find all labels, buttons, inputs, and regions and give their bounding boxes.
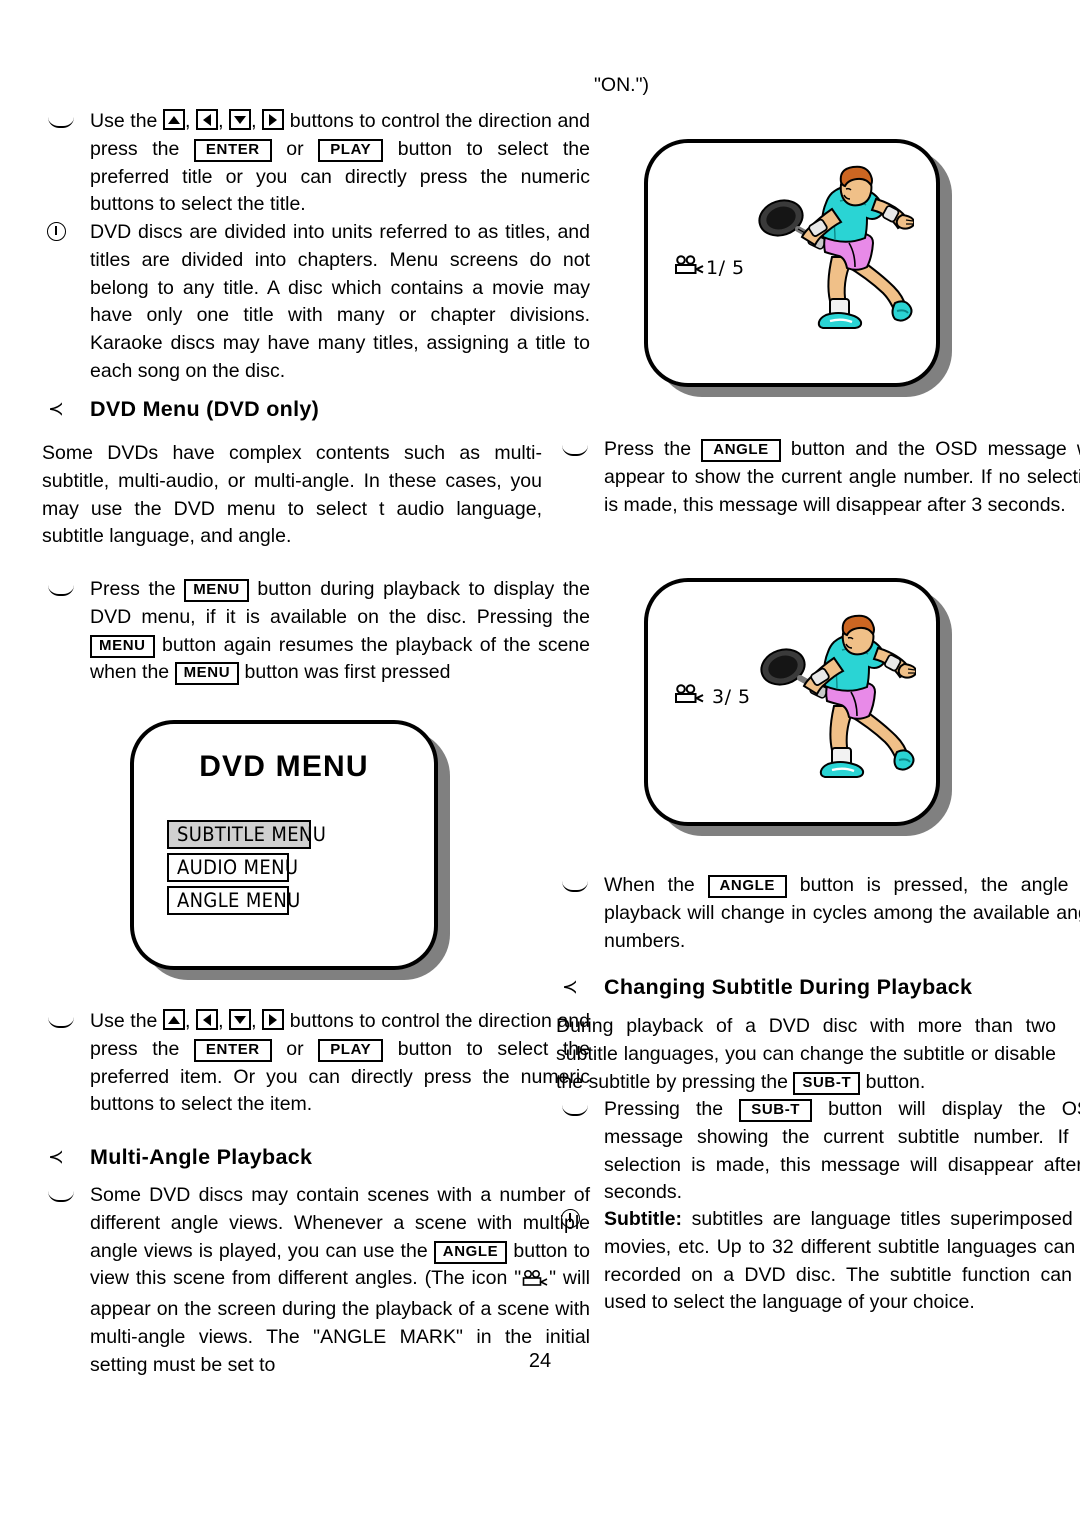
tennis-player-illustration bbox=[756, 614, 918, 779]
tv-screen-angle-1: 1/ 5 bbox=[644, 139, 952, 397]
page-number: 24 bbox=[528, 1350, 552, 1372]
text-run: Use the bbox=[90, 110, 164, 132]
left-arrow-icon[interactable] bbox=[196, 109, 219, 130]
osd-angle-indicator: 3/ 5 bbox=[674, 684, 751, 709]
text-run: or bbox=[271, 137, 319, 160]
comma: , bbox=[185, 1010, 197, 1032]
paragraph-on-continuation: "ON.") bbox=[594, 72, 1054, 100]
info-bullet-marker bbox=[46, 219, 86, 247]
text-run: button. bbox=[860, 1070, 926, 1093]
menu-item-angle-menu[interactable]: ANGLE MENU bbox=[167, 886, 300, 915]
right-arrow-icon[interactable] bbox=[262, 1009, 285, 1030]
down-arrow-icon[interactable] bbox=[229, 109, 252, 130]
heading-text: Multi-Angle Playback bbox=[90, 1145, 313, 1169]
play-key-label[interactable]: PLAY bbox=[318, 138, 384, 162]
dash-bullet-marker bbox=[46, 576, 86, 605]
screen-bezel: DVD MENU SUBTITLE MENU AUDIO MENU ANGLE … bbox=[130, 720, 438, 970]
up-arrow-icon[interactable] bbox=[163, 1009, 186, 1030]
heading-text: Changing Subtitle During Playback bbox=[604, 975, 973, 999]
comma: , bbox=[251, 1010, 263, 1032]
dvd-menu-title: DVD MENU bbox=[199, 750, 369, 783]
subtitle-term-label: Subtitle: bbox=[604, 1208, 682, 1230]
heading-marker-icon: ≺ bbox=[48, 399, 65, 420]
angle-camera-icon bbox=[522, 1268, 548, 1296]
text-run: When the bbox=[604, 874, 708, 896]
angle-camera-icon bbox=[674, 684, 704, 709]
dvd-menu-item-list: SUBTITLE MENU AUDIO MENU ANGLE MENU bbox=[167, 820, 327, 919]
paragraph-complex-contents: Some DVDs have complex contents such as … bbox=[42, 440, 542, 551]
menu-item-label: AUDIO MENU bbox=[177, 856, 299, 879]
osd-angle-indicator: 1/ 5 bbox=[674, 255, 745, 280]
comma: , bbox=[251, 110, 263, 132]
enter-key-label[interactable]: ENTER bbox=[193, 1038, 272, 1062]
paragraph-dvd-disc-titles-info: DVD discs are divided into units referre… bbox=[42, 219, 590, 386]
text-run: Press the bbox=[604, 438, 702, 460]
sub-t-key-label[interactable]: SUB-T bbox=[793, 1071, 861, 1095]
right-arrow-icon[interactable] bbox=[262, 109, 285, 130]
text-run: Press the bbox=[90, 578, 185, 600]
menu-item-audio-menu[interactable]: AUDIO MENU bbox=[167, 853, 298, 882]
paragraph-use-direction-buttons-title: Use the , , , buttons to control the dir… bbox=[42, 108, 590, 219]
osd-angle-number: 3/ 5 bbox=[712, 685, 751, 708]
menu-item-label: ANGLE MENU bbox=[177, 889, 301, 912]
paragraph-use-direction-buttons-item: Use the , , , buttons to control the dir… bbox=[42, 1008, 590, 1119]
paragraph-angle-cycles: When the ANGLE button is pressed, the an… bbox=[556, 872, 1080, 955]
paragraph-press-menu-button: Press the MENU button during playback to… bbox=[42, 576, 590, 687]
comma: , bbox=[185, 110, 197, 132]
heading-dvd-menu: ≺ DVD Menu (DVD only) bbox=[42, 394, 590, 424]
enter-key-label[interactable]: ENTER bbox=[193, 138, 272, 162]
paragraph-subtitle-info: Subtitle: subtitles are language titles … bbox=[556, 1206, 1080, 1317]
osd-angle-number: 1/ 5 bbox=[706, 256, 745, 279]
manual-page: Use the , , , buttons to control the dir… bbox=[0, 0, 1080, 1528]
dvd-menu-screen-illustration: DVD MENU SUBTITLE MENU AUDIO MENU ANGLE … bbox=[130, 720, 450, 980]
dash-bullet-marker bbox=[560, 436, 600, 465]
comma: , bbox=[218, 110, 230, 132]
paragraph-subt-osd: Pressing the SUB-T button will display t… bbox=[556, 1096, 1080, 1207]
heading-marker-icon: ≺ bbox=[48, 1147, 65, 1168]
heading-changing-subtitle: ≺ Changing Subtitle During Playback bbox=[556, 972, 1080, 1002]
heading-marker-icon: ≺ bbox=[562, 977, 579, 998]
dash-bullet-marker bbox=[560, 872, 600, 901]
dash-bullet-marker bbox=[46, 1008, 86, 1037]
heading-text: DVD Menu (DVD only) bbox=[90, 397, 320, 421]
menu-key-label[interactable]: MENU bbox=[184, 579, 249, 602]
tennis-player-illustration bbox=[754, 165, 916, 330]
text-run: Pressing the bbox=[604, 1098, 740, 1120]
play-key-label[interactable]: PLAY bbox=[318, 1038, 384, 1062]
screen-bezel: 3/ 5 bbox=[644, 578, 940, 826]
sub-t-key-label[interactable]: SUB-T bbox=[739, 1099, 813, 1122]
left-arrow-icon[interactable] bbox=[196, 1009, 219, 1030]
text-run: Some DVDs have complex contents such as … bbox=[42, 442, 542, 548]
dash-bullet-marker bbox=[46, 1182, 86, 1211]
menu-item-subtitle-menu[interactable]: SUBTITLE MENU bbox=[167, 820, 326, 849]
comma: , bbox=[218, 1010, 230, 1032]
angle-camera-icon bbox=[674, 255, 704, 280]
text-run: DVD discs are divided into units referre… bbox=[90, 221, 590, 382]
screen-bezel: 1/ 5 bbox=[644, 139, 940, 387]
paragraph-subtitle-intro: During playback of a DVD disc with more … bbox=[556, 1013, 1056, 1096]
text-run: "ON.") bbox=[594, 74, 650, 96]
paragraph-press-angle-osd: Press the ANGLE button and the OSD messa… bbox=[556, 436, 1080, 519]
menu-item-label: SUBTITLE MENU bbox=[177, 823, 327, 846]
heading-multi-angle-playback: ≺ Multi-Angle Playback bbox=[42, 1142, 590, 1172]
info-bullet-marker bbox=[560, 1206, 600, 1234]
text-run: button was first pressed bbox=[239, 661, 451, 684]
up-arrow-icon[interactable] bbox=[163, 109, 186, 130]
angle-key-label[interactable]: ANGLE bbox=[707, 875, 787, 898]
tv-screen-angle-3: 3/ 5 bbox=[644, 578, 952, 836]
menu-key-label[interactable]: MENU bbox=[90, 634, 155, 658]
dash-bullet-marker bbox=[560, 1096, 600, 1125]
text-run: or bbox=[271, 1037, 319, 1060]
down-arrow-icon[interactable] bbox=[229, 1009, 252, 1030]
text-run: Use the bbox=[90, 1010, 164, 1032]
menu-key-label[interactable]: MENU bbox=[174, 662, 240, 686]
angle-key-label[interactable]: ANGLE bbox=[701, 439, 781, 462]
dash-bullet-marker bbox=[46, 108, 86, 137]
angle-key-label[interactable]: ANGLE bbox=[433, 1240, 508, 1264]
